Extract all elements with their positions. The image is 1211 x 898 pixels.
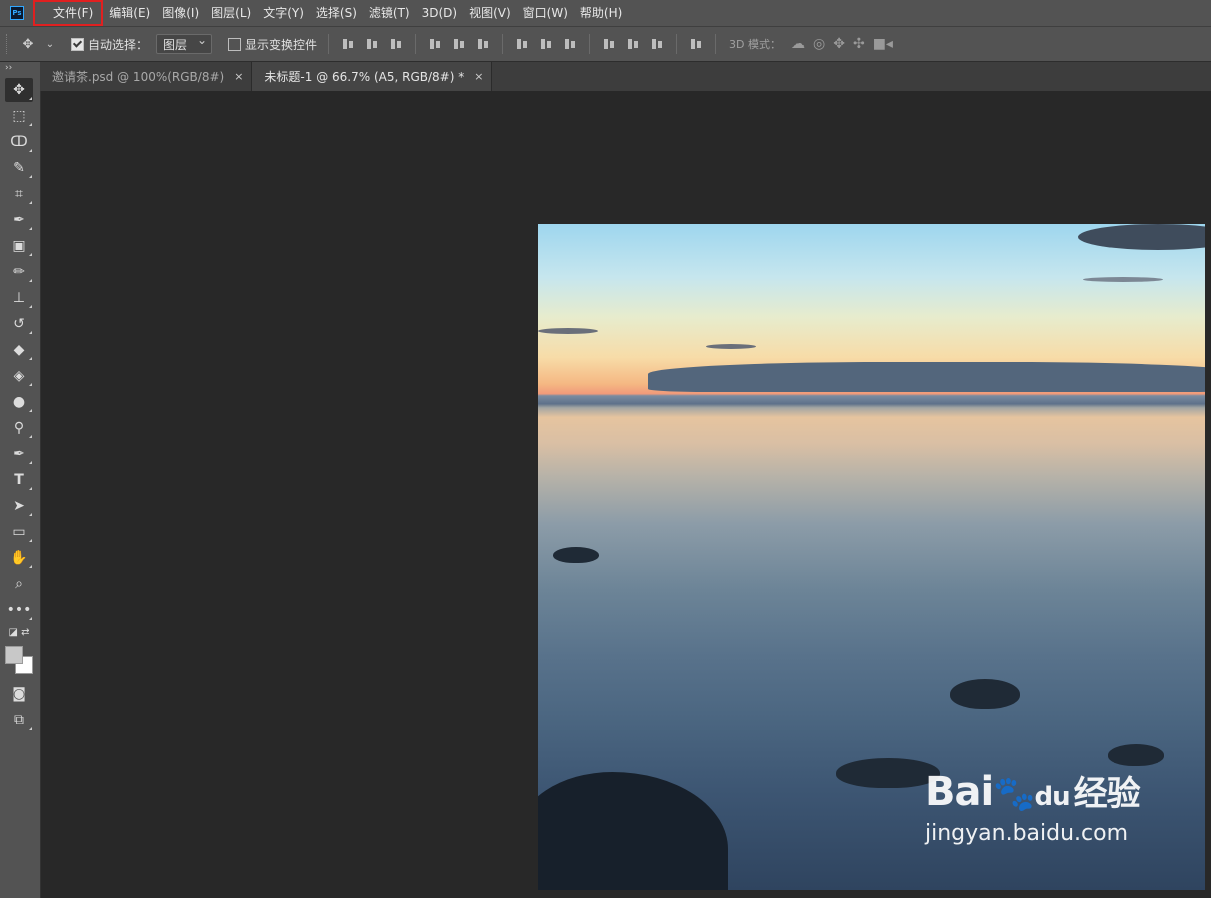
divider xyxy=(715,34,717,54)
distribute-bottom-icon[interactable] xyxy=(563,37,577,51)
pen-tool-icon[interactable]: ✒ xyxy=(5,442,33,466)
paw-icon: 🐾 xyxy=(993,774,1035,814)
rock xyxy=(538,772,728,890)
rock xyxy=(950,679,1020,709)
menu-layer[interactable]: 图层(L) xyxy=(205,0,257,26)
hand-tool-icon[interactable]: ✋ xyxy=(5,546,33,570)
align-right-icon[interactable] xyxy=(476,37,490,51)
auto-align-icon[interactable] xyxy=(689,37,703,51)
menu-file[interactable]: 文件(F) xyxy=(33,0,104,26)
divider xyxy=(502,34,504,54)
auto-select-target-dropdown[interactable]: 图层 xyxy=(156,33,213,54)
more-tools-icon[interactable]: ••• xyxy=(5,598,33,622)
path-select-tool-icon[interactable]: ➤ xyxy=(5,494,33,518)
menu-view[interactable]: 视图(V) xyxy=(463,0,517,26)
eyedropper-tool-icon[interactable]: ✒ xyxy=(5,208,33,232)
menu-window[interactable]: 窗口(W) xyxy=(517,0,574,26)
dodge-tool-icon[interactable]: ⚲ xyxy=(5,416,33,440)
distribute-vcenter-icon[interactable] xyxy=(539,37,553,51)
options-bar: ✥ ⌄ 自动选择： 图层 显示变换控件 3D 模式： ☁ ◎ ✥ ✣ ■◂ xyxy=(0,26,1211,62)
align-left-icon[interactable] xyxy=(428,37,442,51)
menu-3d[interactable]: 3D(D) xyxy=(416,0,463,26)
screen-mode-icon[interactable]: ⧉ xyxy=(5,708,33,732)
foreground-color-swatch[interactable] xyxy=(5,646,23,664)
auto-select-label: 自动选择： xyxy=(88,37,149,52)
close-icon[interactable]: × xyxy=(474,70,483,83)
cloud-bank xyxy=(648,362,1205,392)
cloud xyxy=(1083,277,1163,282)
blur-tool-icon[interactable]: ● xyxy=(5,390,33,414)
3d-camera-icon[interactable]: ■◂ xyxy=(873,36,893,52)
3d-mode-label: 3D 模式： xyxy=(729,38,781,51)
distribute-top-icon[interactable] xyxy=(515,37,529,51)
history-brush-tool-icon[interactable]: ↺ xyxy=(5,312,33,336)
menu-select[interactable]: 选择(S) xyxy=(310,0,363,26)
menu-edit[interactable]: 编辑(E) xyxy=(103,0,156,26)
3d-pan-icon[interactable]: ✥ xyxy=(833,36,845,52)
cloud xyxy=(1078,224,1205,250)
rock xyxy=(553,547,599,563)
3d-slide-icon[interactable]: ✣ xyxy=(853,36,865,52)
cloud xyxy=(706,344,756,349)
brush-tool-icon[interactable]: ✏ xyxy=(5,260,33,284)
rock xyxy=(1108,744,1164,766)
menu-filter[interactable]: 滤镜(T) xyxy=(363,0,416,26)
baidu-jingyan-watermark: Bai🐾du 经验 jingyan.baidu.com xyxy=(925,769,1141,846)
distribute-hcenter-icon[interactable] xyxy=(626,37,640,51)
watermark-brand: Bai🐾du 经验 xyxy=(925,769,1141,819)
close-icon[interactable]: × xyxy=(234,70,243,83)
rectangle-tool-icon[interactable]: ▭ xyxy=(5,520,33,544)
menu-bar: Ps 文件(F) 编辑(E) 图像(I) 图层(L) 文字(Y) 选择(S) 滤… xyxy=(0,0,1211,26)
swap-colors-icon[interactable]: ◪ ⇄ xyxy=(5,624,33,640)
paint-bucket-tool-icon[interactable]: ◈ xyxy=(5,364,33,388)
cloud xyxy=(538,328,598,334)
auto-select-checkbox[interactable] xyxy=(71,37,84,51)
align-top-icon[interactable] xyxy=(341,37,355,51)
document-tabs: 邀请茶.psd @ 100%(RGB/8#) × 未标题-1 @ 66.7% (… xyxy=(40,62,1211,91)
tab-document-2[interactable]: 未标题-1 @ 66.7% (A5, RGB/8#) * × xyxy=(252,62,493,91)
watermark-url: jingyan.baidu.com xyxy=(925,821,1129,846)
color-swatches xyxy=(5,646,35,680)
zoom-tool-icon[interactable]: ⌕ xyxy=(5,572,33,596)
divider xyxy=(589,34,591,54)
tab-title: 未标题-1 @ 66.7% (A5, RGB/8#) * xyxy=(264,70,465,84)
type-tool-icon[interactable]: T xyxy=(5,468,33,492)
auto-select-target-value: 图层 xyxy=(163,37,188,52)
tab-title: 邀请茶.psd @ 100%(RGB/8#) xyxy=(52,70,225,84)
chevron-down-icon[interactable]: ⌄ xyxy=(42,39,58,50)
divider xyxy=(328,34,330,54)
align-bottom-icon[interactable] xyxy=(389,37,403,51)
menu-help[interactable]: 帮助(H) xyxy=(574,0,628,26)
expand-panel-icon[interactable]: ›› xyxy=(0,62,40,76)
align-vcenter-icon[interactable] xyxy=(365,37,379,51)
watermark-brand-cn: 经验 xyxy=(1073,774,1141,814)
distribute-right-icon[interactable] xyxy=(650,37,664,51)
show-transform-label: 显示变换控件 xyxy=(245,37,318,52)
tools-panel: ›› ✥ ⬚ ↀ ✎ ⌗ ✒ ▣ ✏ ⊥ ↺ ◆ ◈ ● ⚲ ✒ T ➤ ▭ ✋… xyxy=(0,62,41,898)
quick-select-tool-icon[interactable]: ✎ xyxy=(5,156,33,180)
eraser-tool-icon[interactable]: ◆ xyxy=(5,338,33,362)
lasso-tool-icon[interactable]: ↀ xyxy=(5,130,33,154)
menu-type[interactable]: 文字(Y) xyxy=(257,0,310,26)
divider xyxy=(676,34,678,54)
clone-stamp-tool-icon[interactable]: ⊥ xyxy=(5,286,33,310)
align-hcenter-icon[interactable] xyxy=(452,37,466,51)
divider xyxy=(415,34,417,54)
3d-orbit-icon[interactable]: ☁ xyxy=(791,36,805,52)
options-bar-grip[interactable] xyxy=(6,34,9,54)
3d-roll-icon[interactable]: ◎ xyxy=(813,36,825,52)
move-tool-icon[interactable]: ✥ xyxy=(5,78,33,102)
show-transform-checkbox[interactable] xyxy=(228,37,242,51)
distribute-left-icon[interactable] xyxy=(602,37,616,51)
healing-tool-icon[interactable]: ▣ xyxy=(5,234,33,258)
tab-document-1[interactable]: 邀请茶.psd @ 100%(RGB/8#) × xyxy=(40,62,253,91)
quick-mask-icon[interactable]: ◙ xyxy=(5,682,33,706)
watermark-brand-bai: Bai xyxy=(925,769,994,815)
move-tool-icon[interactable]: ✥ xyxy=(20,37,36,52)
marquee-tool-icon[interactable]: ⬚ xyxy=(5,104,33,128)
crop-tool-icon[interactable]: ⌗ xyxy=(5,182,33,206)
menu-image[interactable]: 图像(I) xyxy=(156,0,205,26)
photoshop-logo-icon: Ps xyxy=(10,6,24,20)
watermark-brand-du: du xyxy=(1034,782,1071,812)
